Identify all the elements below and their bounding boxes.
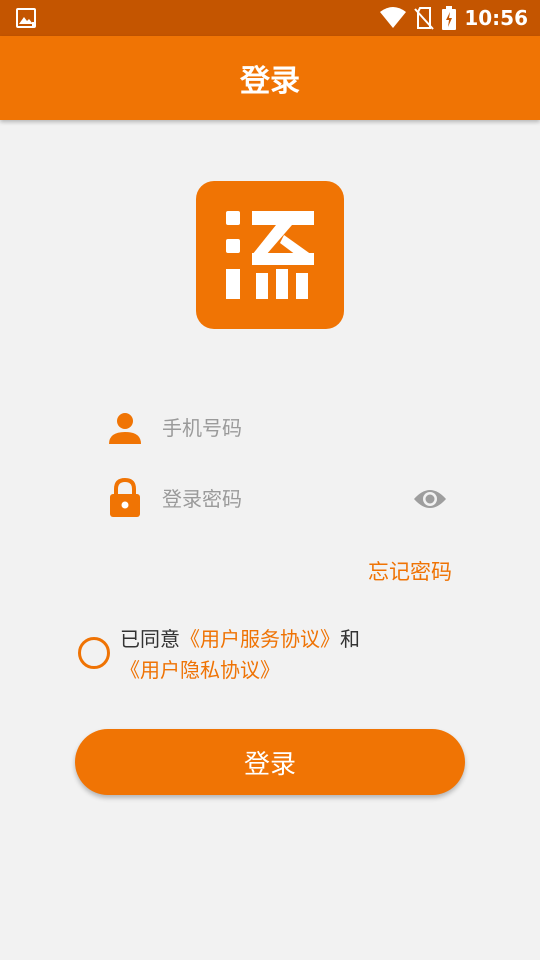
- phone-input[interactable]: [162, 403, 402, 453]
- agreement-text: 已同意《用户服务协议》和《用户隐私协议》: [120, 624, 420, 686]
- forgot-password-link[interactable]: 忘记密码: [368, 556, 452, 586]
- app-logo: [196, 181, 344, 329]
- user-icon: [109, 413, 141, 444]
- agreement-checkbox[interactable]: [78, 637, 110, 669]
- service-agreement-link[interactable]: 《用户服务协议》: [180, 627, 340, 651]
- app-bar: 登录: [0, 36, 540, 120]
- status-time: 10:56: [464, 6, 528, 30]
- agreement-and: 和: [340, 627, 360, 651]
- agreement-prefix: 已同意: [120, 627, 180, 651]
- gallery-icon: [16, 8, 36, 28]
- phone-field-row: [108, 403, 453, 453]
- agreement-row: 已同意《用户服务协议》和《用户隐私协议》: [78, 622, 458, 692]
- page-title: 登录: [240, 64, 300, 99]
- password-input[interactable]: [162, 474, 402, 524]
- lock-icon: [110, 478, 140, 517]
- wifi-icon: [380, 7, 407, 28]
- no-sim-icon: [414, 7, 435, 30]
- privacy-agreement-link[interactable]: 《用户隐私协议》: [120, 658, 280, 682]
- password-field-row: [108, 474, 453, 524]
- status-bar: 10:56: [0, 0, 540, 36]
- battery-charging-icon: [442, 6, 457, 30]
- login-button[interactable]: 登录: [75, 729, 465, 795]
- eye-icon[interactable]: [413, 484, 447, 514]
- app-logo-glyph: [226, 211, 314, 299]
